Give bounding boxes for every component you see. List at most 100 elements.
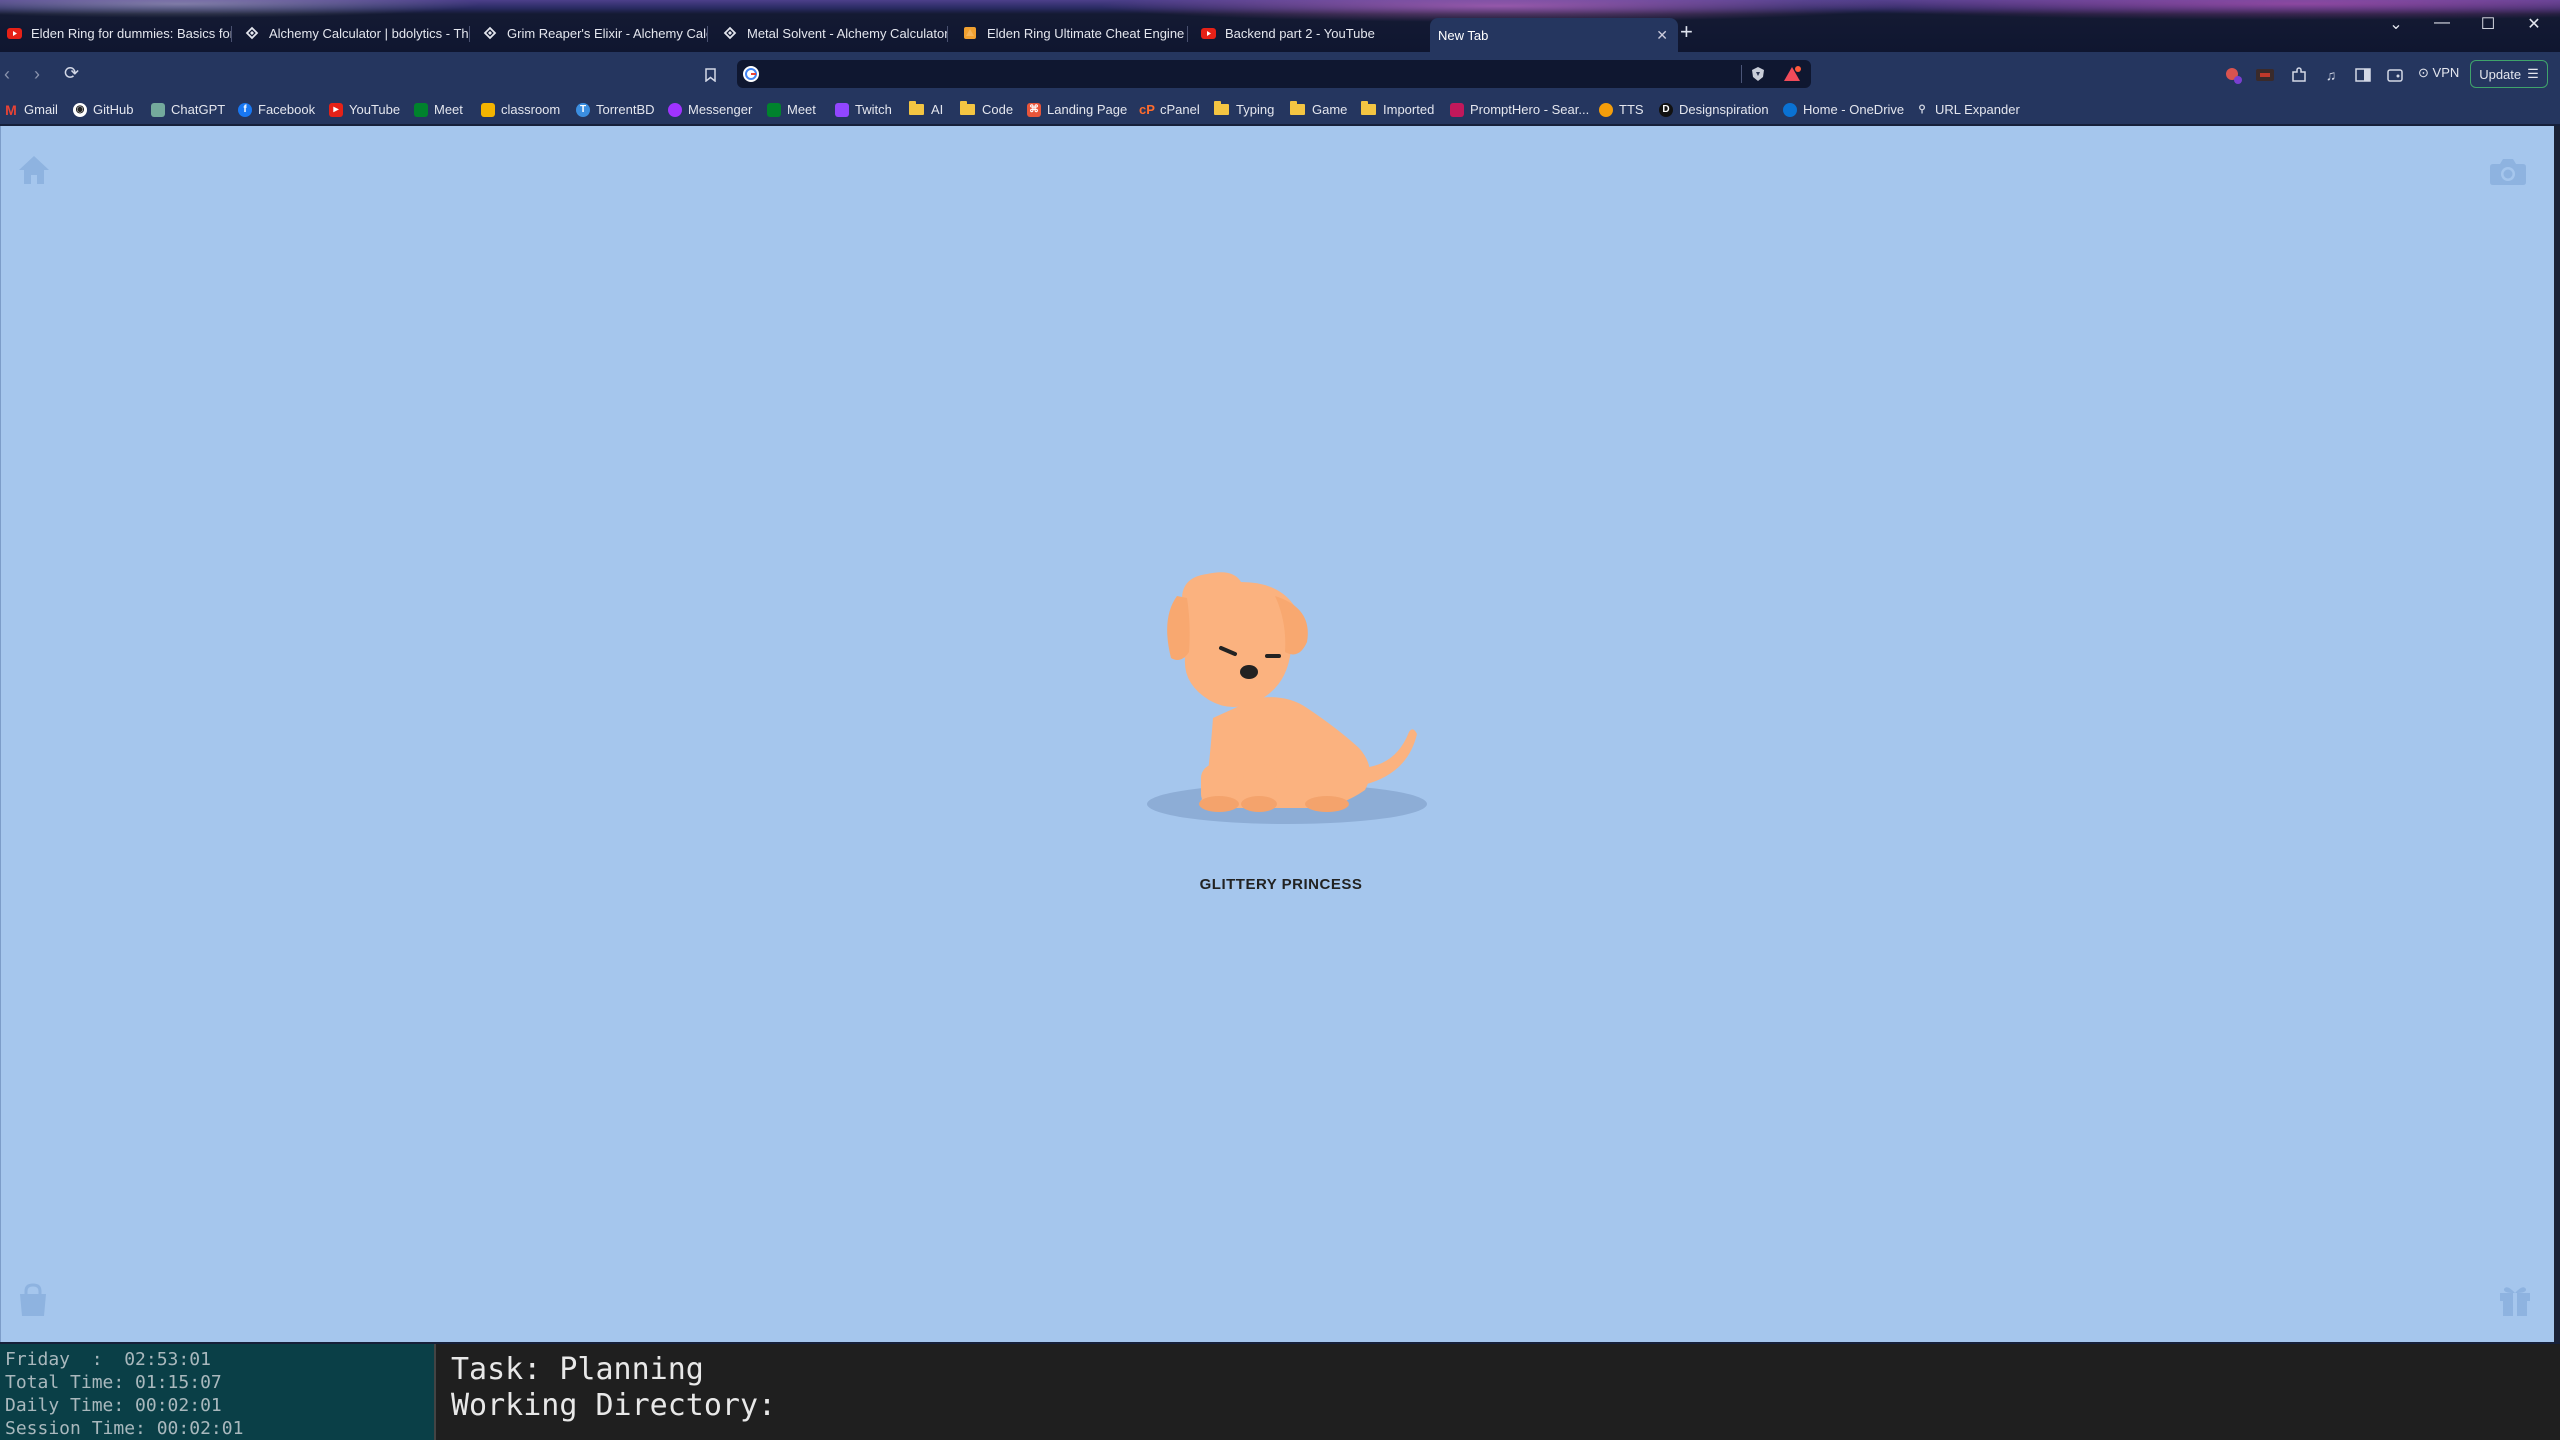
classroom-icon bbox=[481, 102, 495, 117]
bookmark-label: Meet bbox=[434, 102, 463, 117]
pet-name[interactable]: GLITTERY PRINCESS bbox=[1081, 876, 1481, 893]
bookmark-tts[interactable]: TTS bbox=[1599, 102, 1644, 117]
bookmark-meet-2[interactable]: Meet bbox=[767, 102, 816, 117]
vpn-button[interactable]: ⊙ VPN bbox=[2418, 65, 2459, 81]
forward-button[interactable]: › bbox=[34, 64, 40, 85]
bookmark-label: Game bbox=[1312, 102, 1348, 117]
bookmark-label: Typing bbox=[1236, 102, 1275, 117]
tab-1[interactable]: Alchemy Calculator | bdolytics - The bbox=[244, 18, 470, 48]
reload-button[interactable]: ⟳ bbox=[64, 63, 79, 84]
brave-rewards-icon[interactable] bbox=[1783, 65, 1801, 83]
bookmark-folder-imported[interactable]: Imported bbox=[1361, 101, 1435, 117]
bookmark-url-expander[interactable]: ⚲ URL Expander bbox=[1915, 102, 2020, 117]
bookmark-classroom[interactable]: classroom bbox=[481, 102, 560, 117]
music-icon[interactable]: ♫ bbox=[2322, 66, 2340, 84]
vpn-label: VPN bbox=[2432, 65, 2460, 80]
bookmark-folder-typing[interactable]: Typing bbox=[1214, 101, 1275, 117]
folder-icon bbox=[1290, 101, 1305, 115]
bookmark-label: Landing Page bbox=[1047, 102, 1128, 117]
bookmark-label: PromptHero - Sear... bbox=[1470, 102, 1590, 117]
tab-4[interactable]: Elden Ring Ultimate Cheat Engine Ta bbox=[962, 18, 1188, 48]
gift-icon[interactable] bbox=[2497, 1282, 2533, 1323]
address-bar[interactable] bbox=[737, 60, 1811, 88]
bookmark-label: Gmail bbox=[24, 102, 58, 117]
bookmark-chatgpt[interactable]: ChatGPT bbox=[151, 102, 225, 117]
maximize-button[interactable]: ☐ bbox=[2473, 14, 2503, 34]
messenger-icon bbox=[668, 102, 682, 117]
bookmark-prompthero[interactable]: PromptHero - Sear... bbox=[1450, 102, 1589, 117]
cpanel-icon: cP bbox=[1139, 102, 1155, 117]
bookmark-folder-code[interactable]: Code bbox=[960, 101, 1014, 117]
extension-icon[interactable] bbox=[2224, 66, 2242, 84]
tab-5[interactable]: Backend part 2 - YouTube bbox=[1200, 18, 1420, 48]
address-divider bbox=[1741, 65, 1742, 83]
bookmark-label: TorrentBD bbox=[596, 102, 655, 117]
tab-title: Grim Reaper's Elixir - Alchemy Calcu bbox=[507, 25, 708, 41]
wallet-icon[interactable] bbox=[2386, 66, 2404, 84]
bookmark-github[interactable]: ◉ GitHub bbox=[73, 102, 133, 117]
task-widget: Task: Planning Working Directory: bbox=[434, 1344, 2560, 1440]
tab-2[interactable]: Grim Reaper's Elixir - Alchemy Calcu bbox=[482, 18, 708, 48]
bookmark-gmail[interactable]: M Gmail bbox=[4, 101, 58, 118]
bookmark-designspiration[interactable]: D Designspiration bbox=[1659, 102, 1769, 117]
brave-shields-icon[interactable] bbox=[1749, 65, 1767, 83]
address-input[interactable] bbox=[767, 62, 1471, 88]
bookmark-messenger[interactable]: Messenger bbox=[668, 102, 752, 117]
bookmark-twitch[interactable]: Twitch bbox=[835, 102, 892, 117]
tab-strip: Elden Ring for dummies: Basics for E Alc… bbox=[0, 0, 2560, 52]
bookmark-meet[interactable]: Meet bbox=[414, 102, 463, 117]
back-button[interactable]: ‹ bbox=[4, 64, 10, 85]
bookmark-folder-ai[interactable]: AI bbox=[909, 101, 943, 117]
bookmark-landing-page[interactable]: ⌘ Landing Page bbox=[1027, 102, 1127, 117]
tab-title: Elden Ring for dummies: Basics for E bbox=[31, 25, 232, 41]
bookmark-label: URL Expander bbox=[1935, 102, 2020, 117]
google-icon bbox=[743, 66, 759, 82]
bookmark-label: Imported bbox=[1383, 102, 1435, 117]
tab-title: Alchemy Calculator | bdolytics - The bbox=[269, 25, 470, 41]
sidebar-icon[interactable] bbox=[2354, 66, 2372, 84]
new-tab-button[interactable]: + bbox=[1680, 20, 1693, 44]
bookmark-torrentbd[interactable]: T TorrentBD bbox=[576, 102, 655, 117]
bookmark-icon[interactable] bbox=[701, 66, 719, 84]
tab-6-active[interactable]: New Tab ✕ bbox=[1430, 18, 1678, 52]
session-time-line: Session Time: 00:02:01 bbox=[5, 1418, 244, 1439]
bookmark-youtube[interactable]: ▸ YouTube bbox=[329, 102, 400, 117]
minimize-button[interactable]: — bbox=[2427, 14, 2457, 32]
camera-icon[interactable] bbox=[2489, 156, 2527, 191]
youtube-icon bbox=[1200, 25, 1216, 41]
youtube-icon: ▸ bbox=[329, 102, 343, 117]
bookmark-label: Facebook bbox=[258, 102, 316, 117]
home-icon[interactable] bbox=[17, 154, 51, 191]
close-icon[interactable]: ✕ bbox=[1656, 27, 1668, 44]
bookmark-facebook[interactable]: f Facebook bbox=[238, 102, 315, 117]
tab-search-icon[interactable]: ⌄ bbox=[2381, 14, 2411, 34]
tab-3[interactable]: Metal Solvent - Alchemy Calculator | bbox=[722, 18, 948, 48]
update-button[interactable]: Update ☰ bbox=[2470, 60, 2548, 88]
extension-icon[interactable] bbox=[2256, 66, 2274, 84]
bookmark-cpanel[interactable]: cP cPanel bbox=[1139, 102, 1200, 117]
bookmark-onedrive[interactable]: Home - OneDrive bbox=[1783, 102, 1904, 117]
vpn-icon: ⊙ bbox=[2418, 65, 2429, 80]
bookmark-label: Messenger bbox=[688, 102, 753, 117]
update-label: Update bbox=[2479, 66, 2522, 82]
bdolytics-icon bbox=[722, 25, 738, 41]
time-tracker-widget: Friday : 02:53:01 Total Time: 01:15:07 D… bbox=[0, 1344, 434, 1440]
folder-icon bbox=[1361, 101, 1376, 115]
bookmark-label: Designspiration bbox=[1679, 102, 1769, 117]
total-time-line: Total Time: 01:15:07 bbox=[5, 1372, 222, 1393]
close-window-button[interactable]: ✕ bbox=[2519, 14, 2549, 34]
bookmarks-bar: M Gmail ◉ GitHub ChatGPT f Facebook ▸ YouTub… bbox=[0, 96, 2560, 124]
extensions-puzzle-icon[interactable] bbox=[2290, 66, 2308, 84]
shopping-bag-icon[interactable] bbox=[15, 1282, 51, 1323]
day-time-line: Friday : 02:53:01 bbox=[5, 1349, 211, 1370]
tab-0[interactable]: Elden Ring for dummies: Basics for E bbox=[6, 18, 232, 48]
task-line: Task: Planning bbox=[451, 1352, 704, 1387]
tab-title: New Tab bbox=[1438, 27, 1489, 43]
bookmark-folder-game[interactable]: Game bbox=[1290, 101, 1348, 117]
daily-time-line: Daily Time: 00:02:01 bbox=[5, 1395, 222, 1416]
designspiration-icon: D bbox=[1659, 102, 1673, 117]
gmail-icon: M bbox=[5, 101, 17, 118]
new-tab-page: GLITTERY PRINCESS bbox=[0, 126, 2555, 1342]
bookmark-label: GitHub bbox=[93, 102, 134, 117]
bookmark-label: Code bbox=[982, 102, 1014, 117]
